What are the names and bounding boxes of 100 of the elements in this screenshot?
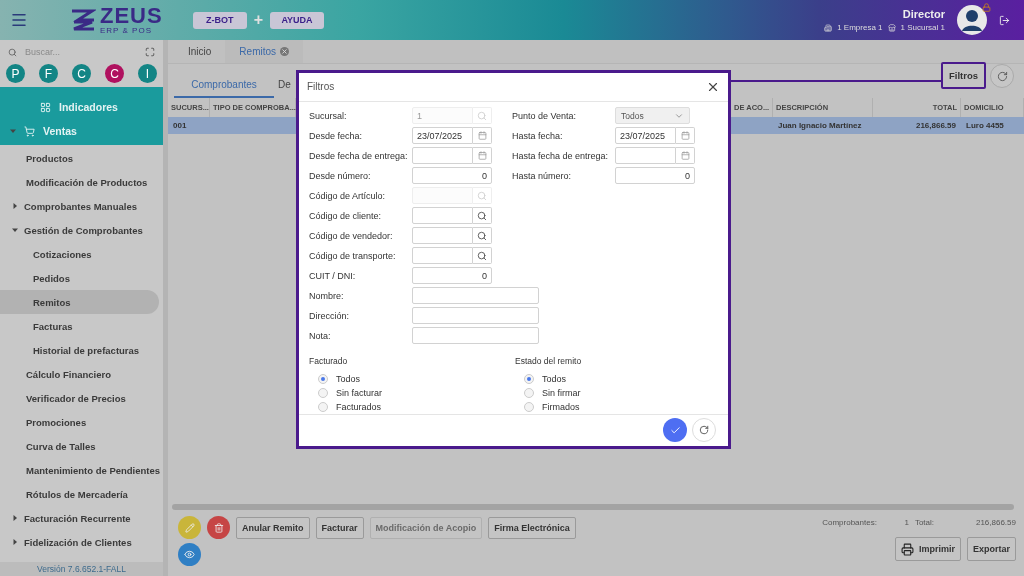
print-button[interactable]: Imprimir — [894, 537, 961, 561]
calendar-button[interactable] — [676, 147, 695, 165]
header-button[interactable]: AYUDA — [270, 11, 325, 29]
caret-icon — [12, 227, 18, 233]
building-icon — [824, 23, 833, 32]
apply-button[interactable] — [663, 418, 687, 443]
table-cell: Luro 4455 — [961, 117, 1024, 134]
count-label: Comprobantes: — [822, 518, 877, 527]
field-label: Nota: — [309, 330, 332, 341]
field-label: Hasta fecha: — [512, 130, 564, 141]
calendar-button[interactable] — [676, 127, 695, 145]
fullscreen-icon[interactable] — [145, 47, 155, 57]
menu-item[interactable]: Promociones — [0, 410, 159, 434]
count-value: 1 — [903, 518, 909, 527]
input-field[interactable]: 0 — [412, 167, 492, 185]
search-button[interactable] — [473, 207, 492, 225]
trash-button[interactable] — [207, 516, 230, 539]
table-cell: 216,866.59 — [873, 117, 961, 134]
menu-item[interactable]: Productos — [0, 146, 159, 170]
radio-button[interactable] — [318, 387, 328, 398]
export-button[interactable]: Exportar — [967, 537, 1016, 561]
radio-label: Facturados — [336, 401, 382, 412]
field-label: Código de cliente: — [309, 210, 383, 221]
field-label: Código de transporte: — [309, 250, 397, 261]
menu-item[interactable]: Pedidos — [0, 266, 159, 290]
menu-item[interactable]: Modificación de Productos — [0, 170, 159, 194]
action-button[interactable]: Anular Remito — [236, 516, 310, 539]
check-icon — [669, 424, 681, 436]
table-cell: Juan Ignacio Martínez — [773, 117, 873, 134]
shortcut-button[interactable]: C — [105, 64, 124, 83]
tab[interactable]: Inicio — [174, 40, 226, 63]
menu-item[interactable]: Gestión de Comprobantes — [0, 218, 159, 242]
user-name: Director — [902, 8, 945, 20]
input-field[interactable] — [412, 327, 539, 345]
shortcut-button[interactable]: F — [39, 64, 58, 83]
menu-item[interactable]: Remitos — [0, 290, 159, 314]
logo-subtitle: ERP & POS — [100, 27, 153, 35]
radio-button[interactable] — [524, 373, 534, 384]
filter-button[interactable]: Filtros — [940, 62, 986, 89]
input-field[interactable]: 23/07/2025 — [615, 127, 676, 145]
input-field[interactable] — [412, 287, 539, 305]
shortcut-button[interactable]: I — [138, 64, 157, 83]
field-label: Desde fecha de entrega: — [309, 150, 409, 161]
input-field[interactable] — [412, 307, 539, 325]
eye-icon — [184, 549, 195, 560]
input-field[interactable]: 0 — [615, 167, 695, 185]
search-icon — [477, 230, 487, 241]
calendar-button[interactable] — [473, 127, 492, 145]
search-field[interactable]: Buscar... — [23, 46, 123, 58]
shortcut-button[interactable]: C — [72, 64, 91, 83]
input-field[interactable] — [412, 147, 473, 165]
select-field[interactable]: Todos — [615, 107, 690, 125]
refresh-button[interactable] — [990, 64, 1014, 88]
field-label: Código de Artículo: — [309, 190, 387, 201]
menu-item[interactable]: Fidelización de Clientes — [0, 530, 159, 554]
radio-button[interactable] — [318, 373, 328, 384]
caret-icon — [12, 515, 18, 521]
radio-button[interactable] — [524, 401, 534, 412]
shortcut-button[interactable]: P — [6, 64, 25, 83]
radio-button[interactable] — [318, 401, 328, 412]
input-field[interactable]: 23/07/2025 — [412, 127, 473, 145]
action-button[interactable]: Firma Electrónica — [488, 516, 576, 539]
input-field[interactable] — [615, 147, 676, 165]
menu-item[interactable]: Curva de Talles — [0, 434, 159, 458]
scrollbar[interactable] — [172, 504, 1014, 510]
input-field[interactable]: 0 — [412, 267, 492, 285]
input-field[interactable] — [412, 247, 473, 265]
calendar-icon — [680, 151, 690, 161]
menu-item[interactable]: Facturación Recurrente — [0, 506, 159, 530]
table-cell — [731, 117, 773, 134]
menu-item[interactable]: Cálculo Financiero — [0, 362, 159, 386]
menu-item[interactable]: Historial de prefacturas — [0, 338, 159, 362]
input-field[interactable] — [412, 207, 473, 225]
menu-item[interactable]: Facturas — [0, 314, 159, 338]
edit-button[interactable] — [178, 516, 201, 539]
search-button[interactable] — [473, 247, 492, 265]
search-button[interactable] — [473, 227, 492, 245]
tab[interactable]: De — [274, 72, 295, 98]
search-icon — [477, 250, 487, 261]
action-button[interactable]: Facturar — [315, 516, 364, 539]
input-field[interactable] — [412, 227, 473, 245]
menu-icon[interactable] — [10, 11, 28, 29]
menu-item[interactable]: Verificador de Precios — [0, 386, 159, 410]
menu-item[interactable]: Comprobantes Manuales — [0, 194, 159, 218]
field-label: Hasta número: — [512, 170, 573, 181]
eye-button[interactable] — [178, 543, 201, 566]
radio-button[interactable] — [524, 387, 534, 398]
version-label: Versión 7.6.652.1-FALL — [0, 562, 163, 576]
calendar-icon — [477, 131, 487, 141]
grid-icon — [40, 101, 51, 113]
menu-item[interactable]: Cotizaciones — [0, 242, 159, 266]
reset-button[interactable] — [692, 418, 716, 443]
menu-item[interactable]: Rótulos de Mercadería — [0, 482, 159, 506]
radio-label: Sin firmar — [542, 387, 581, 398]
menu-item[interactable]: Mantenimiento de Pendientes — [0, 458, 159, 482]
calendar-icon — [477, 151, 487, 161]
header-button[interactable]: Z-BOT — [192, 11, 247, 29]
calendar-button[interactable] — [473, 147, 492, 165]
logout-icon[interactable] — [999, 14, 1010, 26]
field-label: Desde fecha: — [309, 130, 364, 141]
